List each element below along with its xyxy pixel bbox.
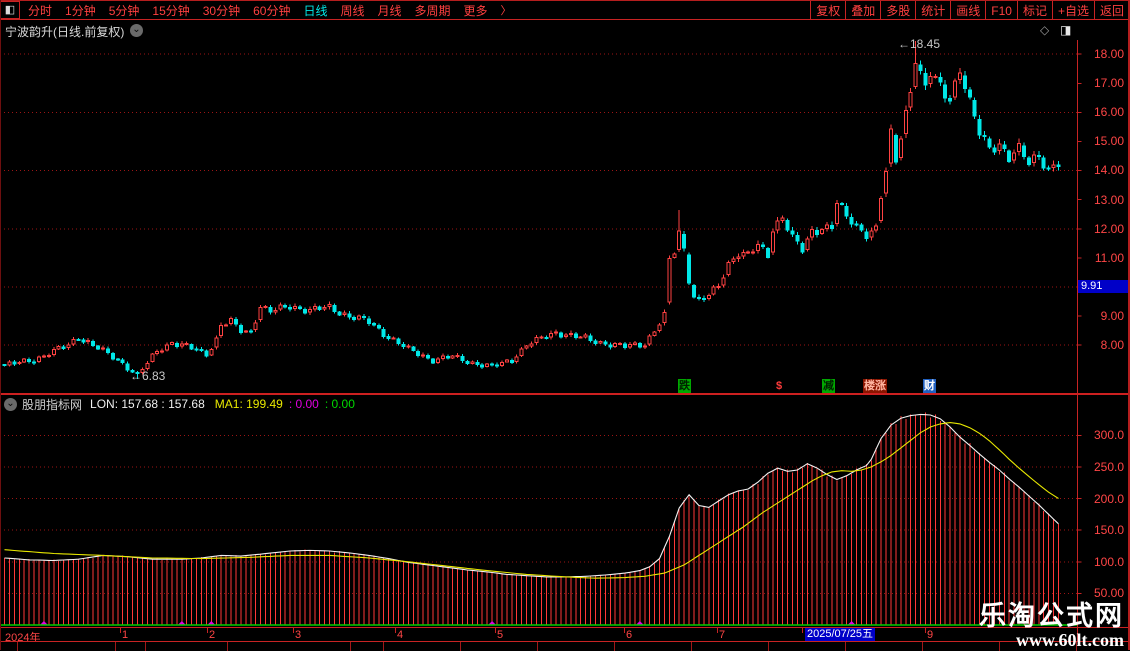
period-menu-item-多周期[interactable]: 多周期	[415, 2, 451, 19]
main-candlestick-chart[interactable]	[0, 40, 1128, 393]
action-menu-item-复权[interactable]: 复权	[810, 1, 845, 20]
signal-badge-减: 减	[822, 379, 835, 393]
time-label: 2	[209, 629, 215, 641]
period-menu-item-5分钟[interactable]: 5分钟	[109, 2, 140, 19]
price-label: 18.00	[1078, 47, 1124, 61]
signal-badge-跌: 跌	[678, 379, 691, 393]
time-label: 9	[927, 629, 933, 641]
title-bar: 宁波韵升(日线.前复权) ⌄ ◇ ◨	[0, 21, 1128, 39]
time-label: 5	[497, 629, 503, 641]
period-menu-item-周线[interactable]: 周线	[340, 2, 364, 19]
high-annotation: ←18.45	[898, 37, 940, 51]
extra-value-magenta: : 0.00	[289, 397, 319, 411]
action-menu: 复权叠加多股统计画线F10标记+自选返回	[810, 1, 1129, 20]
indicator-label: 250.0	[1078, 460, 1124, 474]
window-left-border	[0, 0, 1, 650]
action-menu-item-叠加[interactable]: 叠加	[845, 1, 880, 20]
time-tick	[120, 628, 121, 633]
period-menu-item-月线[interactable]: 月线	[378, 2, 402, 19]
period-menu-item-1分钟[interactable]: 1分钟	[65, 2, 96, 19]
price-label: 15.00	[1078, 134, 1124, 148]
extra-value-green: : 0.00	[325, 397, 355, 411]
time-tick	[717, 628, 718, 633]
time-tick	[395, 628, 396, 633]
more-arrow-icon[interactable]: 〉	[501, 2, 512, 18]
action-menu-item-+自选[interactable]: +自选	[1052, 1, 1094, 20]
price-label: 16.00	[1078, 105, 1124, 119]
indicator-label: 150.0	[1078, 523, 1124, 537]
action-menu-item-多股[interactable]: 多股	[880, 1, 915, 20]
watermark-site-name: 乐淘公式网	[979, 601, 1124, 631]
window-layout-icon[interactable]: ◧	[0, 1, 20, 19]
chevron-down-icon[interactable]: ⌄	[130, 24, 143, 37]
time-axis: 2025/07/25五 2024年12345679	[0, 627, 1130, 641]
price-label: 8.00	[1078, 338, 1124, 352]
period-menu-item-60分钟[interactable]: 60分钟	[253, 2, 290, 19]
price-label: 9.00	[1078, 309, 1124, 323]
time-label: 3	[295, 629, 301, 641]
action-menu-item-F10[interactable]: F10	[985, 1, 1017, 20]
signal-badge-财: 财	[923, 379, 936, 393]
indicator-label: 200.0	[1078, 492, 1124, 506]
period-menu-item-更多[interactable]: 更多	[464, 2, 488, 19]
price-label: 13.00	[1078, 193, 1124, 207]
top-toolbar: ◧ 分时 1分钟 5分钟 15分钟 30分钟 60分钟日线周线月线多周期更多〉 复权叠加多…	[0, 0, 1130, 20]
time-tick	[802, 628, 803, 633]
time-tick	[925, 628, 926, 633]
time-tick	[293, 628, 294, 633]
time-label: 6	[626, 629, 632, 641]
page-title: 宁波韵升(日线.前复权)	[5, 23, 124, 40]
period-menu-item-30分钟[interactable]: 30分钟	[203, 2, 240, 19]
indicator-source[interactable]: 股朋指标网	[22, 396, 82, 413]
action-menu-item-统计[interactable]: 统计	[915, 1, 950, 20]
indicator-label: 300.0	[1078, 428, 1124, 442]
indicator-chevron-icon[interactable]: ⌄	[4, 398, 17, 411]
action-menu-item-标记[interactable]: 标记	[1017, 1, 1052, 20]
watermark: 乐淘公式网 www.60lt.com	[979, 601, 1124, 650]
time-label: 4	[397, 629, 403, 641]
time-tick	[495, 628, 496, 633]
action-menu-item-画线[interactable]: 画线	[950, 1, 985, 20]
price-label: 17.00	[1078, 76, 1124, 90]
period-menu-item-日线[interactable]: 日线	[303, 2, 327, 19]
selected-date-badge: 2025/07/25五	[805, 628, 875, 641]
period-menu-item-15分钟[interactable]: 15分钟	[152, 2, 189, 19]
ma1-value: MA1: 199.49	[215, 397, 283, 411]
indicator-header: ⌄ 股朋指标网 LON: 157.68 : 157.68 MA1: 199.49…	[4, 397, 355, 411]
signal-badge-楼涨: 楼涨	[863, 379, 887, 393]
indicator-label: 100.0	[1078, 555, 1124, 569]
time-tick	[207, 628, 208, 633]
watermark-url: www.60lt.com	[979, 631, 1124, 650]
low-annotation: ←6.83	[130, 369, 165, 383]
lon-value: LON: 157.68 : 157.68	[90, 397, 205, 411]
lon-indicator-chart[interactable]	[0, 395, 1128, 627]
price-label: 14.00	[1078, 163, 1124, 177]
time-label: 1	[122, 629, 128, 641]
price-marker-badge: 9.91	[1078, 280, 1128, 293]
signal-badge-$: $	[775, 379, 783, 393]
time-label: 7	[719, 629, 725, 641]
period-menu: 分时 1分钟 5分钟 15分钟 30分钟 60分钟日线周线月线多周期更多〉	[28, 2, 512, 19]
panel-toggle-icon[interactable]: ◨	[1060, 23, 1071, 37]
period-menu-item-分时[interactable]: 分时	[28, 2, 52, 19]
price-label: 12.00	[1078, 222, 1124, 236]
action-menu-item-返回[interactable]: 返回	[1094, 1, 1129, 20]
time-tick	[624, 628, 625, 633]
diamond-icon[interactable]: ◇	[1040, 23, 1049, 37]
price-label: 11.00	[1078, 251, 1124, 265]
indicator-label: 50.00	[1078, 586, 1124, 600]
status-strip	[0, 641, 1130, 650]
